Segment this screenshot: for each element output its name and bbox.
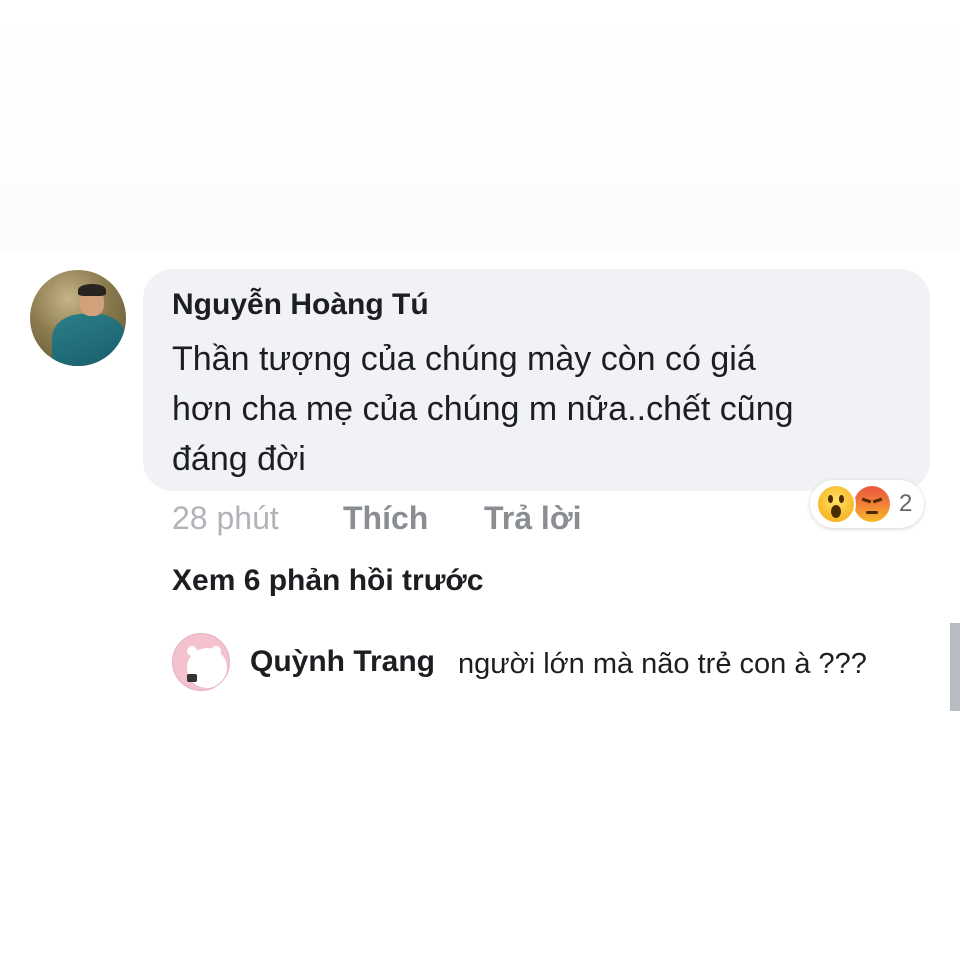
bear-icon — [187, 648, 227, 688]
comment-text: Thần tượng của chúng mày còn có giá hơn … — [172, 334, 912, 484]
comment-timestamp[interactable]: 28 phút — [172, 500, 279, 537]
reply-author[interactable]: Quỳnh Trang — [250, 645, 435, 679]
wow-emoji-icon — [816, 484, 856, 524]
scrollbar[interactable] — [950, 623, 960, 711]
blank-area — [0, 0, 960, 250]
comment-text-line: Thần tượng của chúng mày còn có giá — [172, 340, 756, 378]
avatar-figure-hair — [78, 284, 106, 296]
reactions-summary[interactable]: 2 — [810, 480, 924, 528]
reply-text: người lớn mà não trẻ con à ??? — [458, 648, 867, 680]
comment-text-line: hơn cha mẹ của chúng m nữa..chết cũng — [172, 390, 794, 428]
reply-button[interactable]: Trả lời — [484, 500, 581, 537]
comment-author[interactable]: Nguyễn Hoàng Tú — [172, 288, 429, 322]
reaction-count: 2 — [899, 490, 913, 517]
comment-text-line: đáng đời — [172, 440, 306, 478]
angry-emoji-icon — [854, 486, 890, 522]
like-button[interactable]: Thích — [343, 500, 428, 537]
reply-avatar[interactable] — [172, 633, 230, 691]
commenter-avatar[interactable] — [30, 270, 126, 366]
view-previous-replies-link[interactable]: Xem 6 phản hồi trước — [172, 564, 483, 598]
avatar-figure-body — [52, 314, 126, 366]
